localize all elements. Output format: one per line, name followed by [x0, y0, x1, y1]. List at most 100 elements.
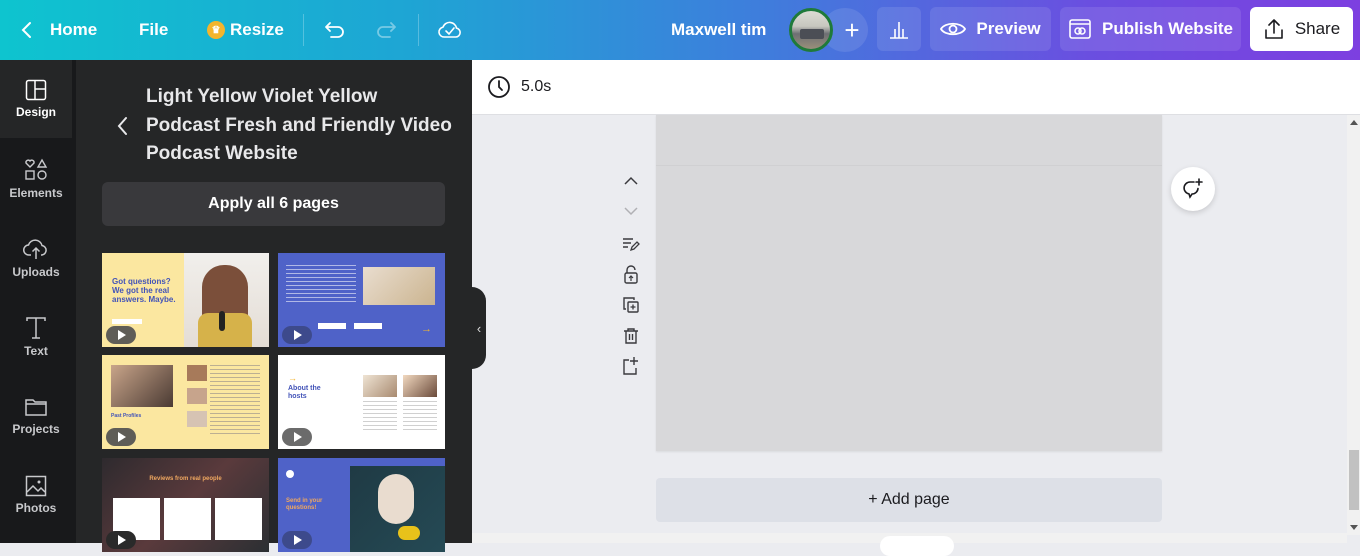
- move-page-down-button[interactable]: [620, 200, 642, 222]
- apply-all-pages-button[interactable]: Apply all 6 pages: [102, 182, 445, 226]
- chevron-left-icon: ‹: [476, 320, 482, 336]
- text-icon: [26, 317, 46, 339]
- home-button[interactable]: Home: [20, 0, 97, 60]
- video-badge-icon: [282, 326, 312, 344]
- top-bar: Home File ♛ Resize Maxwell tim + Preview…: [0, 0, 1360, 60]
- trash-icon: [624, 328, 638, 344]
- delete-page-button[interactable]: [620, 325, 642, 347]
- add-comment-button[interactable]: [1171, 167, 1215, 211]
- save-status-button[interactable]: [437, 0, 463, 60]
- upload-cloud-icon: [23, 239, 47, 259]
- rail-item-text[interactable]: Text: [0, 298, 72, 376]
- page-duration[interactable]: 5.0s: [521, 78, 551, 96]
- plus-icon: +: [844, 14, 860, 45]
- user-name-label: Maxwell tim: [671, 20, 767, 39]
- rail-item-projects[interactable]: Projects: [0, 377, 72, 455]
- back-chevron-icon[interactable]: [116, 115, 130, 137]
- thumbnail-headline: Reviews from real people: [149, 476, 222, 482]
- chevron-down-icon: [624, 207, 638, 216]
- rail-item-elements[interactable]: Elements: [0, 140, 72, 218]
- add-page-button[interactable]: + Add page: [656, 478, 1162, 522]
- insights-icon: [890, 22, 908, 39]
- rail-item-uploads[interactable]: Uploads: [0, 219, 72, 297]
- lock-page-button[interactable]: [620, 263, 642, 285]
- template-page-thumbnail[interactable]: →: [278, 253, 445, 347]
- template-page-thumbnail[interactable]: Got questions? We got the real answers. …: [102, 253, 269, 347]
- unlock-icon: [624, 265, 638, 284]
- scroll-down-icon[interactable]: [1350, 525, 1358, 530]
- divider: [418, 14, 419, 46]
- side-rail: Design Elements Uploads Text Projects Ph…: [0, 60, 76, 543]
- page-canvas[interactable]: [656, 115, 1162, 451]
- rail-label: Elements: [9, 186, 63, 200]
- rail-item-design[interactable]: Design: [0, 60, 72, 138]
- share-label: Share: [1294, 19, 1341, 38]
- resize-label: Resize: [230, 20, 284, 39]
- chevron-left-icon: [21, 22, 31, 38]
- image-icon: [25, 475, 47, 497]
- design-icon: [25, 79, 47, 101]
- clock-icon[interactable]: [487, 75, 511, 99]
- chevron-up-icon: [624, 176, 638, 185]
- rail-label: Photos: [15, 501, 57, 515]
- video-badge-icon: [282, 531, 312, 549]
- notes-button[interactable]: [620, 233, 642, 255]
- template-page-thumbnail[interactable]: Past Profiles: [102, 355, 269, 449]
- file-label: File: [139, 20, 169, 39]
- publish-label: Publish Website: [1102, 19, 1233, 38]
- template-page-thumbnail[interactable]: Reviews from real people: [102, 458, 269, 552]
- thumbnail-headline: Got questions? We got the real answers. …: [112, 277, 176, 304]
- crown-icon: ♛: [207, 21, 225, 39]
- comment-plus-icon: [1183, 178, 1203, 199]
- page-timing-bar: 5.0s: [472, 60, 1360, 115]
- rail-item-photos[interactable]: Photos: [0, 456, 72, 534]
- vertical-scrollbar[interactable]: [1347, 115, 1360, 535]
- undo-icon: [325, 22, 344, 38]
- elements-icon: [25, 158, 48, 180]
- rail-label: Projects: [12, 422, 60, 436]
- eye-icon: [940, 22, 967, 36]
- publish-icon: [1069, 19, 1091, 39]
- share-button[interactable]: Share: [1250, 7, 1353, 51]
- add-page-after-button[interactable]: [620, 355, 642, 377]
- video-badge-icon: [106, 531, 136, 549]
- avatar[interactable]: [789, 8, 833, 52]
- template-panel: Light Yellow Violet Yellow Podcast Fresh…: [76, 60, 472, 552]
- publish-website-button[interactable]: Publish Website: [1060, 7, 1241, 51]
- home-label: Home: [50, 20, 98, 39]
- template-page-thumbnail[interactable]: Send in your questions!: [278, 458, 445, 552]
- move-page-up-button[interactable]: [620, 170, 642, 192]
- folder-icon: [25, 399, 47, 416]
- page-divider: [656, 165, 1162, 166]
- thumbnail-headline: Past Profiles: [111, 413, 142, 419]
- thumbnail-headline: Send in your questions!: [286, 498, 323, 511]
- template-page-thumbnail[interactable]: → About the hosts: [278, 355, 445, 449]
- cloud-check-icon: [438, 21, 461, 38]
- rail-label: Design: [15, 105, 56, 119]
- divider: [303, 14, 304, 46]
- notes-icon: [623, 238, 640, 252]
- rail-label: Uploads: [12, 265, 60, 279]
- add-page-icon: [623, 357, 638, 375]
- redo-button[interactable]: [374, 0, 398, 60]
- scrollbar-thumb[interactable]: [1349, 450, 1359, 510]
- collapse-panel-handle[interactable]: ‹: [472, 287, 486, 369]
- thumbnail-headline: About the hosts: [288, 385, 321, 400]
- template-title: Light Yellow Violet Yellow Podcast Fresh…: [146, 86, 452, 164]
- duplicate-icon: [623, 297, 639, 313]
- preview-label: Preview: [976, 19, 1041, 38]
- file-menu-button[interactable]: File: [139, 0, 168, 60]
- preview-button[interactable]: Preview: [930, 7, 1051, 51]
- undo-button[interactable]: [323, 0, 347, 60]
- rail-label: Text: [24, 344, 48, 358]
- resize-button[interactable]: ♛ Resize: [207, 0, 284, 60]
- page-navigator-pill[interactable]: [880, 536, 954, 556]
- duplicate-page-button[interactable]: [620, 294, 642, 316]
- scroll-up-icon[interactable]: [1350, 120, 1358, 125]
- redo-icon: [377, 22, 396, 38]
- video-badge-icon: [106, 326, 136, 344]
- insights-button[interactable]: [877, 7, 921, 51]
- video-badge-icon: [282, 428, 312, 446]
- user-name: Maxwell tim: [671, 0, 766, 60]
- video-badge-icon: [106, 428, 136, 446]
